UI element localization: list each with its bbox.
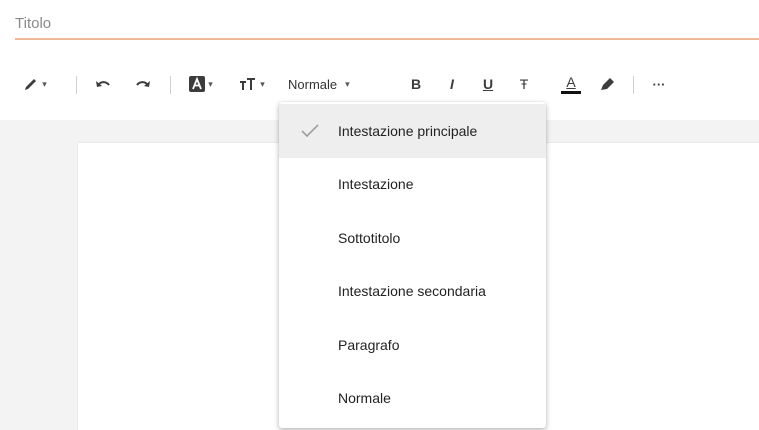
style-option-label: Normale — [338, 390, 391, 407]
pen-icon — [25, 79, 37, 90]
editor-toolbar: ▾ ▾ ▾ Normale ▾ B I U Ŧ A ··· — [0, 62, 759, 106]
text-size-icon — [240, 78, 256, 90]
title-underline — [15, 38, 759, 40]
style-option-label: Intestazione — [338, 176, 414, 193]
text-style-icon — [189, 76, 206, 92]
italic-label: I — [450, 76, 454, 92]
title-input[interactable] — [15, 8, 759, 38]
style-option-sottotitolo[interactable]: Sottotitolo — [279, 211, 546, 265]
title-area — [15, 0, 759, 42]
italic-button[interactable]: I — [443, 70, 461, 98]
style-option-label: Intestazione secondaria — [338, 283, 486, 300]
underline-button[interactable]: U — [479, 70, 497, 98]
underline-label: U — [482, 76, 494, 92]
text-size-button[interactable]: ▾ — [235, 70, 269, 98]
chevron-down-icon: ▾ — [42, 78, 47, 89]
more-options-icon: ··· — [652, 76, 666, 92]
paragraph-style-menu: Intestazione principale Intestazione Sot… — [279, 102, 546, 428]
style-option-label: Intestazione principale — [338, 122, 478, 139]
redo-icon — [136, 81, 150, 87]
chevron-down-icon: ▾ — [208, 78, 213, 89]
undo-icon — [96, 81, 110, 87]
check-icon — [301, 124, 319, 137]
bold-label: B — [410, 76, 422, 92]
font-color-button[interactable]: A — [560, 70, 582, 98]
highlight-icon — [601, 78, 614, 90]
style-option-label: Paragrafo — [338, 336, 400, 353]
font-color-label: A — [566, 73, 576, 90]
style-option-intestazione[interactable]: Intestazione — [279, 158, 546, 212]
font-color-swatch — [561, 90, 581, 94]
paragraph-style-dropdown[interactable]: Normale ▾ — [288, 70, 380, 98]
toolbar-separator — [633, 76, 634, 94]
style-option-intestazione-principale[interactable]: Intestazione principale — [279, 104, 546, 158]
chevron-down-icon: ▾ — [345, 78, 350, 89]
strikethrough-label: Ŧ — [519, 76, 529, 92]
highlight-button[interactable] — [597, 70, 619, 98]
style-option-normale[interactable]: Normale — [279, 372, 546, 426]
chevron-down-icon: ▾ — [260, 78, 265, 89]
pen-tool-button[interactable]: ▾ — [18, 70, 52, 98]
style-option-paragrafo[interactable]: Paragrafo — [279, 318, 546, 372]
style-dropdown-label: Normale — [288, 76, 338, 92]
redo-button[interactable] — [132, 70, 154, 98]
style-option-intestazione-secondaria[interactable]: Intestazione secondaria — [279, 265, 546, 319]
more-options-button[interactable]: ··· — [648, 70, 670, 98]
toolbar-separator — [76, 76, 77, 94]
undo-button[interactable] — [92, 70, 114, 98]
text-style-button[interactable]: ▾ — [184, 70, 218, 98]
toolbar-separator — [170, 76, 171, 94]
style-option-label: Sottotitolo — [338, 229, 401, 246]
bold-button[interactable]: B — [407, 70, 425, 98]
strikethrough-button[interactable]: Ŧ — [515, 70, 533, 98]
